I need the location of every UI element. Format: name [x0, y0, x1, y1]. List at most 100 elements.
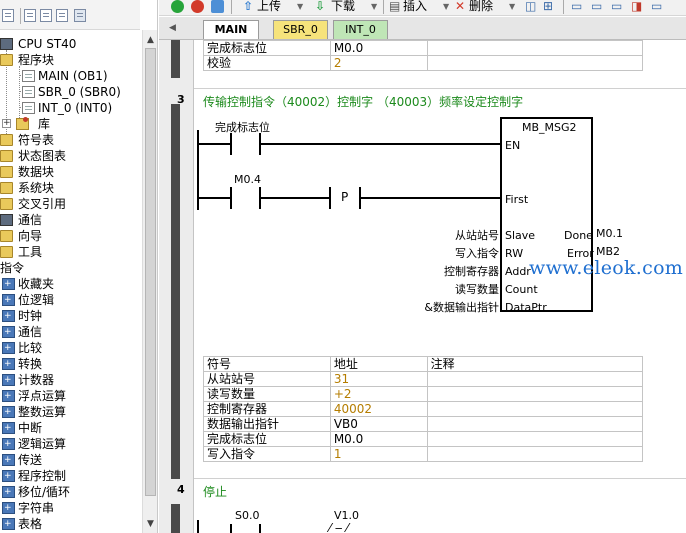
window-icon[interactable]: ▭: [571, 0, 582, 15]
instr-item-favorites[interactable]: 收藏夹: [0, 276, 140, 292]
symbol-cell[interactable]: 校验: [203, 55, 331, 71]
tree-item-main[interactable]: MAIN (OB1): [0, 68, 140, 84]
output-done[interactable]: M0.1: [596, 227, 623, 240]
instr-item-interrupt[interactable]: 中断: [0, 420, 140, 436]
network-title[interactable]: 传输控制指令（40002）控制字 （40003）频率设定控制字: [203, 93, 523, 110]
instr-item-table[interactable]: 表格: [0, 516, 140, 532]
instr-item-shift[interactable]: 移位/循环: [0, 484, 140, 500]
insert-button[interactable]: 插入: [403, 0, 427, 15]
address-cell[interactable]: 31: [329, 371, 428, 387]
instr-item-integer[interactable]: 整数运算: [0, 404, 140, 420]
instr-item-convert[interactable]: 转换: [0, 356, 140, 372]
comment-cell[interactable]: [426, 55, 644, 71]
param-rw[interactable]: 写入指令: [409, 245, 499, 261]
comment-cell[interactable]: [426, 446, 644, 462]
compare-contact-icon[interactable]: ⁄ ‒ ⁄: [329, 521, 348, 533]
network-title[interactable]: 停止: [203, 483, 227, 500]
address-cell[interactable]: VB0: [329, 416, 428, 432]
tab-sbr0[interactable]: SBR_0: [273, 20, 328, 39]
tree-scrollbar[interactable]: ▲ ▼: [142, 30, 157, 533]
tree-item-sbr[interactable]: SBR_0 (SBR0): [0, 84, 140, 100]
symbol-cell[interactable]: 完成标志位: [203, 431, 331, 447]
instr-item-bit-logic[interactable]: 位逻辑: [0, 292, 140, 308]
compile-icon[interactable]: [211, 0, 224, 13]
chevron-down-icon[interactable]: ▼: [297, 0, 303, 15]
stop-icon[interactable]: [191, 0, 204, 13]
chevron-down-icon[interactable]: ▼: [509, 0, 515, 15]
download-button[interactable]: 下载: [331, 0, 355, 15]
contact-right-bar[interactable]: [259, 524, 261, 533]
param-addr[interactable]: 控制寄存器: [399, 263, 499, 279]
tab-int0[interactable]: INT_0: [333, 20, 388, 39]
contact-left-bar[interactable]: [230, 524, 232, 533]
address-cell[interactable]: M0.0: [329, 431, 428, 447]
comment-cell[interactable]: [426, 40, 644, 56]
param-dataptr[interactable]: &数据输出指针: [379, 299, 499, 315]
help-icon[interactable]: ◨: [631, 0, 642, 15]
comment-cell[interactable]: [426, 386, 644, 402]
symbol-cell[interactable]: 读写数量: [203, 386, 331, 402]
instr-item-compare[interactable]: 比较: [0, 340, 140, 356]
address-cell[interactable]: 1: [329, 446, 428, 462]
instr-item-clock[interactable]: 时钟: [0, 308, 140, 324]
tree-item-status-chart[interactable]: 状态图表: [0, 148, 140, 164]
tab-scroll-left-icon[interactable]: ◀: [169, 23, 176, 33]
symbol-cell[interactable]: 写入指令: [203, 446, 331, 462]
comment-cell[interactable]: [426, 371, 644, 387]
tree-item-library[interactable]: + 库: [0, 116, 140, 132]
window-split-icon[interactable]: ▭: [591, 0, 602, 15]
param-count[interactable]: 读写数量: [409, 281, 499, 297]
instr-item-counter[interactable]: 计数器: [0, 372, 140, 388]
tree-item-tools[interactable]: 工具: [0, 244, 140, 260]
instr-item-float[interactable]: 浮点运算: [0, 388, 140, 404]
p-contact-left-bar[interactable]: [329, 187, 331, 209]
param-slave[interactable]: 从站站号: [409, 227, 499, 243]
comment-cell[interactable]: [426, 431, 644, 447]
network-icon[interactable]: ◫: [525, 0, 536, 15]
download-arrow-icon[interactable]: ⇩: [315, 0, 325, 15]
tree-item-system-block[interactable]: 系统块: [0, 180, 140, 196]
instr-item-program-control[interactable]: 程序控制: [0, 468, 140, 484]
symbol-cell[interactable]: 从站站号: [203, 371, 331, 387]
contact-left-bar[interactable]: [230, 133, 232, 155]
view-table-icon[interactable]: [40, 9, 52, 22]
symbol-cell[interactable]: 完成标志位: [203, 40, 331, 56]
chevron-down-icon[interactable]: ▼: [443, 0, 449, 15]
comment-cell[interactable]: [426, 401, 644, 417]
address-cell[interactable]: 40002: [329, 401, 428, 417]
contact-left-bar[interactable]: [230, 187, 232, 209]
tree-item-data-block[interactable]: 数据块: [0, 164, 140, 180]
tree-item-symbol-table[interactable]: 符号表: [0, 132, 140, 148]
options-icon[interactable]: ▭: [651, 0, 662, 15]
tree-item-cross-ref[interactable]: 交叉引用: [0, 196, 140, 212]
scroll-up-icon[interactable]: ▲: [146, 36, 155, 45]
instr-item-logic[interactable]: 逻辑运算: [0, 436, 140, 452]
window-cascade-icon[interactable]: ▭: [611, 0, 622, 15]
view-details-icon[interactable]: [24, 9, 36, 22]
expand-plus-icon[interactable]: +: [2, 119, 11, 128]
tree-item-cpu[interactable]: CPU ST40: [0, 36, 140, 52]
scrollbar-thumb[interactable]: [145, 48, 156, 496]
tree-item-wizard[interactable]: 向导: [0, 228, 140, 244]
upload-button[interactable]: 上传: [257, 0, 281, 15]
tab-main[interactable]: MAIN: [203, 20, 259, 39]
symbol-cell[interactable]: 控制寄存器: [203, 401, 331, 417]
tree-item-comms[interactable]: 通信: [0, 212, 140, 228]
instr-item-string[interactable]: 字符串: [0, 500, 140, 516]
mb-msg-function-block[interactable]: MB_MSG2 EN First Slave RW Addr Count Dat…: [500, 117, 594, 314]
insert-icon[interactable]: ▤: [389, 0, 400, 15]
address-cell[interactable]: +2: [329, 386, 428, 402]
comment-cell[interactable]: [426, 416, 644, 432]
bookmark-icon[interactable]: ⊞: [543, 0, 553, 15]
address-cell[interactable]: M0.0: [329, 40, 428, 56]
instr-item-move[interactable]: 传送: [0, 452, 140, 468]
delete-x-icon[interactable]: ✕: [455, 0, 465, 15]
tree-item-program-block[interactable]: 程序块: [0, 52, 140, 68]
instr-item-comms[interactable]: 通信: [0, 324, 140, 340]
monitor-icon[interactable]: [74, 9, 86, 22]
tree-item-int[interactable]: INT_0 (INT0): [0, 100, 140, 116]
run-icon[interactable]: [171, 0, 184, 13]
address-cell[interactable]: 2: [329, 55, 428, 71]
ladder-editor[interactable]: 完成标志位 M0.0 校验 2 3 传输控制指令（40002）控制字 （4000…: [159, 40, 686, 533]
upload-arrow-icon[interactable]: ⇧: [243, 0, 253, 15]
